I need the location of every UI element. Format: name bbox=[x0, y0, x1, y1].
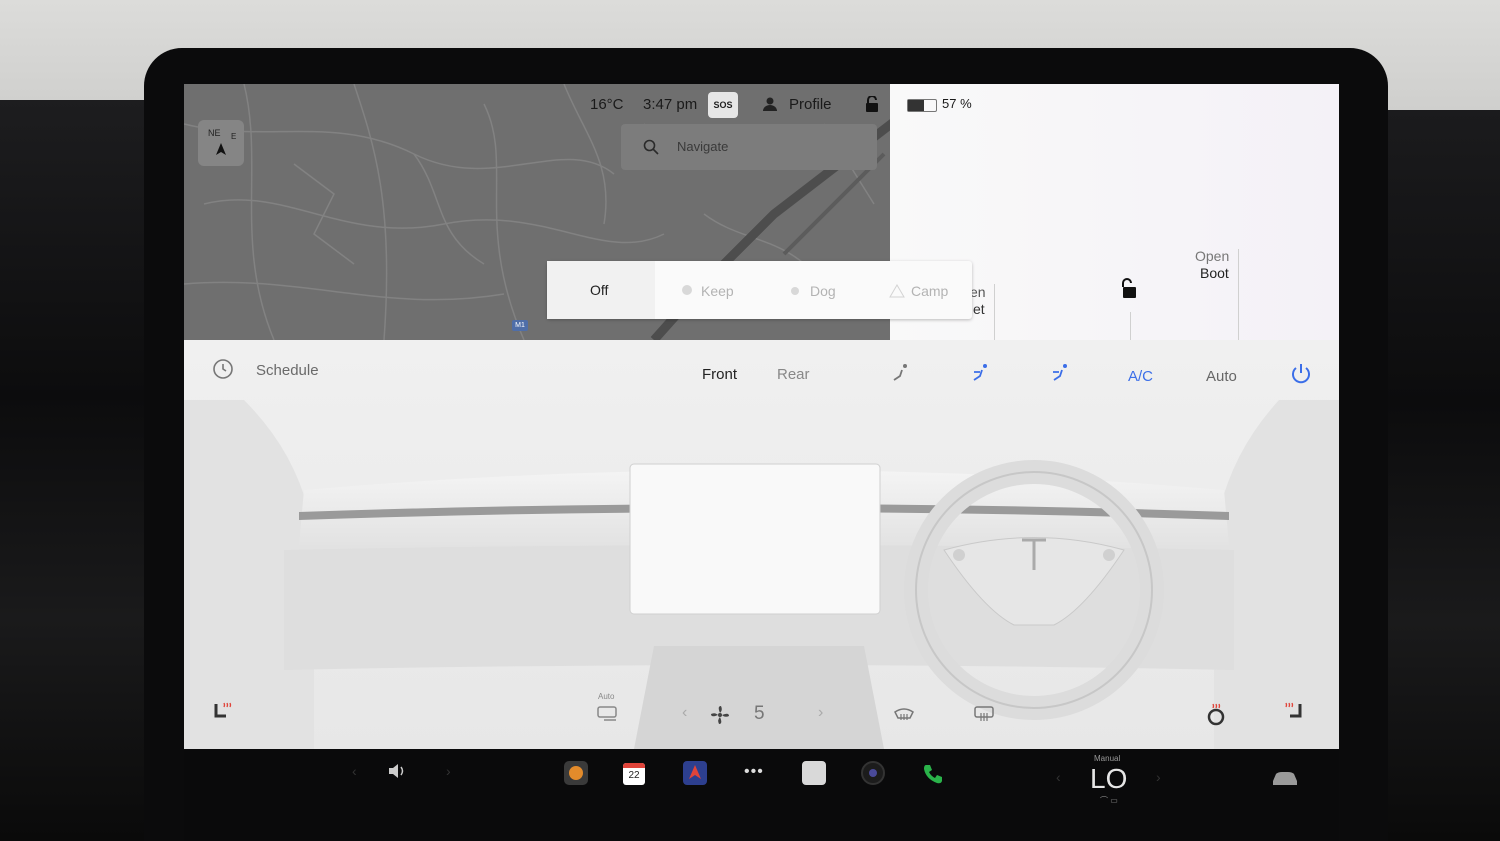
fan-speed-icon bbox=[711, 706, 729, 724]
airflow-defrost-icon[interactable] bbox=[1050, 360, 1076, 384]
ac-button[interactable]: A/C bbox=[1128, 368, 1153, 385]
right-seat-heater-icon[interactable] bbox=[1282, 700, 1306, 724]
battery-percent: 57 % bbox=[942, 96, 972, 111]
climate-panel: Schedule Front Rear A/C Auto Auto ‹ 5 › bbox=[184, 340, 1339, 749]
frunk-label-line1[interactable]: en bbox=[970, 284, 986, 300]
compass-arrow-icon bbox=[216, 143, 226, 155]
volume-down-icon[interactable]: ‹ bbox=[352, 763, 357, 779]
auto-recirculate-label: Auto bbox=[598, 692, 615, 701]
temp-up-icon[interactable]: › bbox=[1156, 769, 1161, 785]
mode-dog-label: Dog bbox=[810, 283, 836, 299]
cabin-temp-value[interactable]: LO bbox=[1090, 763, 1127, 795]
clock-icon[interactable] bbox=[212, 358, 234, 380]
navigation-icon[interactable] bbox=[683, 761, 707, 785]
mode-dog[interactable]: Dog bbox=[775, 261, 875, 319]
car-icon[interactable] bbox=[1270, 769, 1300, 787]
cabin-illustration bbox=[184, 400, 1339, 749]
battery-icon bbox=[907, 99, 937, 112]
airflow-face-icon[interactable] bbox=[890, 362, 912, 384]
volume-up-icon[interactable]: › bbox=[446, 763, 451, 779]
toybox-icon[interactable] bbox=[564, 761, 588, 785]
calendar-icon[interactable]: 22 bbox=[623, 763, 645, 785]
schedule-button[interactable]: Schedule bbox=[256, 362, 319, 379]
fan-increase-icon[interactable]: › bbox=[818, 704, 823, 722]
recirculate-icon[interactable] bbox=[596, 704, 620, 722]
rear-defrost-icon[interactable] bbox=[972, 704, 996, 724]
mode-off[interactable]: Off bbox=[547, 261, 655, 319]
search-icon bbox=[643, 139, 659, 155]
touchscreen: M1 NE E Navigate en et Open Boot 16°C 3: bbox=[184, 84, 1339, 749]
fan-speed-value: 5 bbox=[754, 703, 765, 724]
mode-keep[interactable]: Keep bbox=[665, 261, 765, 319]
climate-airflow-mini-icon: ⌒ ▭ bbox=[1100, 796, 1118, 805]
auto-button[interactable]: Auto bbox=[1206, 368, 1237, 385]
paw-icon bbox=[791, 287, 799, 295]
clock: 3:47 pm bbox=[643, 96, 698, 113]
more-apps-icon[interactable]: ••• bbox=[744, 763, 764, 781]
steering-heater-icon[interactable] bbox=[1204, 702, 1228, 726]
tent-icon bbox=[889, 284, 905, 298]
left-seat-heater-icon[interactable] bbox=[212, 700, 234, 722]
mode-camp-label: Camp bbox=[911, 283, 949, 299]
compass-button[interactable]: NE E bbox=[198, 120, 244, 166]
power-icon[interactable] bbox=[1290, 362, 1312, 384]
open-boot-line1[interactable]: Open bbox=[1195, 248, 1229, 264]
frunk-label-line2[interactable]: et bbox=[973, 301, 985, 317]
volume-icon[interactable] bbox=[386, 761, 408, 781]
navigate-search[interactable]: Navigate bbox=[621, 124, 877, 170]
profile-button[interactable]: Profile bbox=[789, 96, 832, 113]
rear-tab[interactable]: Rear bbox=[777, 366, 810, 383]
calendar-day: 22 bbox=[628, 770, 640, 781]
lock-status-icon[interactable] bbox=[864, 96, 880, 113]
road-marker: M1 bbox=[512, 320, 528, 331]
mode-camp[interactable]: Camp bbox=[877, 261, 967, 319]
energy-app-icon[interactable] bbox=[802, 761, 826, 785]
taskbar: ‹ › 22 ••• ‹ Manual LO ⌒ ▭ › bbox=[184, 749, 1339, 841]
temp-down-icon[interactable]: ‹ bbox=[1056, 769, 1061, 785]
front-tab[interactable]: Front bbox=[702, 366, 737, 383]
outside-temperature: 16°C bbox=[590, 96, 624, 113]
unlock-icon[interactable] bbox=[1118, 278, 1140, 300]
climate-keeper-selector: Off Keep Dog Camp bbox=[547, 261, 972, 319]
mode-off-label: Off bbox=[590, 282, 609, 298]
open-boot-line2[interactable]: Boot bbox=[1200, 265, 1229, 281]
fan-icon bbox=[682, 285, 692, 295]
camera-icon[interactable] bbox=[861, 761, 885, 785]
fan-decrease-icon[interactable]: ‹ bbox=[682, 704, 687, 722]
dashboard-right-trim bbox=[1370, 110, 1500, 841]
airflow-feet-icon[interactable] bbox=[970, 362, 992, 384]
front-defrost-icon[interactable] bbox=[892, 704, 916, 724]
profile-icon bbox=[763, 97, 777, 111]
navigate-placeholder: Navigate bbox=[677, 139, 729, 154]
mode-keep-label: Keep bbox=[701, 283, 734, 299]
temp-mode-label: Manual bbox=[1094, 754, 1121, 763]
compass-label: NE bbox=[208, 128, 221, 138]
compass-east: E bbox=[231, 132, 237, 141]
phone-icon[interactable] bbox=[922, 763, 944, 785]
sos-button[interactable]: SOS bbox=[708, 92, 738, 118]
